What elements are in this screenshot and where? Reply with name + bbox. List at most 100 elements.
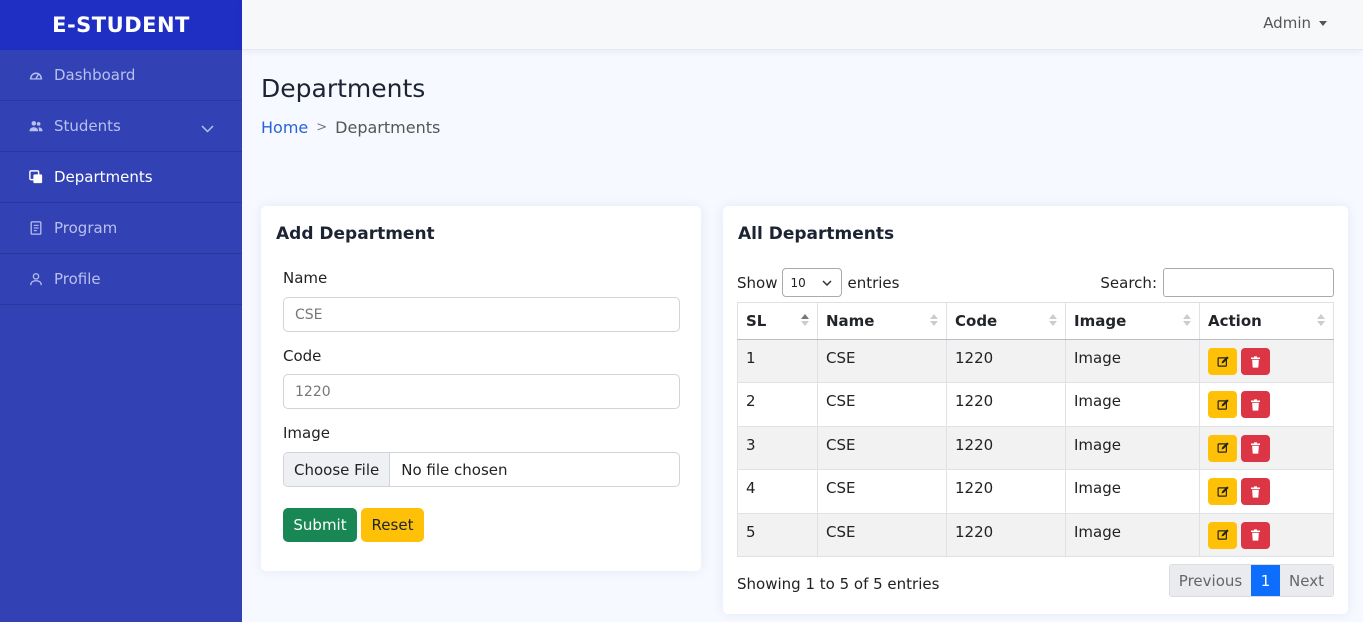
cell-image: Image xyxy=(1065,512,1200,557)
table-search: Search: xyxy=(1100,268,1334,297)
top-bar: Admin xyxy=(242,0,1363,50)
speedometer-icon xyxy=(28,67,44,83)
cell-image: Image xyxy=(1065,382,1200,427)
add-department-card: Add Department Name CSE Code 1220 Image … xyxy=(261,206,701,571)
column-header-sl[interactable]: SL xyxy=(737,302,818,340)
breadcrumb-current: Departments xyxy=(335,118,441,137)
column-header-action[interactable]: Action xyxy=(1199,302,1334,340)
journal-icon xyxy=(28,220,44,236)
cell-name: CSE xyxy=(817,469,947,514)
card-title: All Departments xyxy=(738,224,895,244)
delete-button[interactable] xyxy=(1241,348,1270,375)
code-field[interactable]: 1220 xyxy=(283,374,680,409)
sidebar-item-label: Students xyxy=(54,117,121,135)
entries-select[interactable]: 10 xyxy=(782,268,843,297)
previous-page-button[interactable]: Previous xyxy=(1170,565,1251,596)
submit-button[interactable]: Submit xyxy=(283,508,357,542)
cell-action xyxy=(1199,425,1334,471)
table-row: 3 CSE 1220 Image xyxy=(737,425,1334,471)
entries-value: 10 xyxy=(790,275,806,290)
card-title: Add Department xyxy=(276,224,435,244)
cell-image: Image xyxy=(1065,338,1200,384)
cell-code: 1220 xyxy=(946,338,1066,384)
image-label: Image xyxy=(283,424,330,442)
cell-action xyxy=(1199,382,1334,427)
search-label: Search: xyxy=(1100,273,1157,292)
trash-icon xyxy=(1251,486,1260,498)
search-input[interactable] xyxy=(1163,268,1334,297)
all-departments-card: All Departments Show 10 entries Search: … xyxy=(723,206,1348,614)
choose-file-button[interactable]: Choose File xyxy=(284,453,391,486)
cell-action xyxy=(1199,512,1334,557)
column-header-code[interactable]: Code xyxy=(946,302,1066,340)
edit-button[interactable] xyxy=(1208,434,1237,462)
sidebar-item-departments[interactable]: Departments xyxy=(0,152,242,203)
table-row: 1 CSE 1220 Image xyxy=(737,338,1334,384)
pagination: Previous 1 Next xyxy=(1169,564,1334,597)
cell-name: CSE xyxy=(817,382,947,427)
sidebar-item-label: Departments xyxy=(54,168,153,186)
page-1-button[interactable]: 1 xyxy=(1251,565,1280,596)
sort-icon xyxy=(1317,314,1325,326)
user-name: Admin xyxy=(1263,14,1311,32)
sidebar-item-label: Program xyxy=(54,219,118,237)
sidebar-item-label: Dashboard xyxy=(54,66,136,84)
trash-icon xyxy=(1251,399,1260,411)
entries-length-control: Show 10 entries xyxy=(737,268,899,297)
chevron-down-icon xyxy=(822,279,833,286)
cell-name: CSE xyxy=(817,338,947,384)
sidebar-item-dashboard[interactable]: Dashboard xyxy=(0,50,242,101)
cell-code: 1220 xyxy=(946,425,1066,471)
breadcrumb: Home > Departments xyxy=(261,118,440,137)
breadcrumb-home-link[interactable]: Home xyxy=(261,118,308,137)
sidebar-item-profile[interactable]: Profile xyxy=(0,254,242,305)
people-icon xyxy=(28,118,44,134)
sidebar: E-STUDENT Dashboard Students Departments… xyxy=(0,0,242,622)
cell-sl: 3 xyxy=(737,425,818,471)
next-page-button[interactable]: Next xyxy=(1280,565,1333,596)
trash-icon xyxy=(1251,355,1260,368)
person-icon xyxy=(28,271,44,287)
chevron-down-icon[interactable] xyxy=(201,119,214,137)
column-header-name[interactable]: Name xyxy=(817,302,947,340)
sidebar-item-program[interactable]: Program xyxy=(0,203,242,254)
cell-code: 1220 xyxy=(946,469,1066,514)
delete-button[interactable] xyxy=(1241,391,1270,419)
cell-code: 1220 xyxy=(946,382,1066,427)
edit-button[interactable] xyxy=(1208,478,1237,506)
sort-icon xyxy=(801,314,809,326)
reset-button[interactable]: Reset xyxy=(361,508,424,542)
code-label: Code xyxy=(283,347,322,365)
caret-down-icon xyxy=(1319,20,1327,26)
departments-table: SL Name Code Image Action 1 CSE 1220 Ima… xyxy=(737,302,1334,557)
table-row: 5 CSE 1220 Image xyxy=(737,512,1334,557)
edit-icon xyxy=(1217,399,1229,410)
delete-button[interactable] xyxy=(1241,434,1270,462)
layers-icon xyxy=(28,169,44,185)
entries-label: entries xyxy=(847,273,900,292)
table-row: 2 CSE 1220 Image xyxy=(737,382,1334,427)
column-header-image[interactable]: Image xyxy=(1065,302,1200,340)
table-info: Showing 1 to 5 of 5 entries xyxy=(737,575,940,593)
user-menu[interactable]: Admin xyxy=(1263,14,1327,32)
trash-icon xyxy=(1251,529,1260,541)
edit-button[interactable] xyxy=(1208,391,1237,419)
image-file-input[interactable]: Choose File No file chosen xyxy=(283,452,680,487)
cell-image: Image xyxy=(1065,425,1200,471)
cell-sl: 2 xyxy=(737,382,818,427)
sidebar-item-students[interactable]: Students xyxy=(0,101,242,152)
page-title: Departments xyxy=(261,74,426,103)
name-label: Name xyxy=(283,269,328,287)
brand-logo[interactable]: E-STUDENT xyxy=(0,0,242,50)
sort-icon xyxy=(930,314,938,326)
edit-button[interactable] xyxy=(1208,521,1237,549)
table-header-row: SL Name Code Image Action xyxy=(737,302,1334,340)
trash-icon xyxy=(1251,442,1260,454)
delete-button[interactable] xyxy=(1241,521,1270,549)
delete-button[interactable] xyxy=(1241,478,1270,506)
cell-code: 1220 xyxy=(946,512,1066,557)
cell-name: CSE xyxy=(817,425,947,471)
edit-icon xyxy=(1217,486,1229,497)
name-field[interactable]: CSE xyxy=(283,297,680,332)
edit-button[interactable] xyxy=(1208,348,1237,375)
